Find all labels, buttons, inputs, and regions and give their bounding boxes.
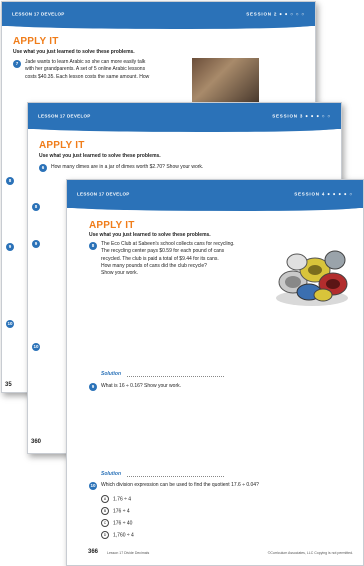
answer-choice-d[interactable]: D 1,760 ÷ 4 <box>101 531 134 539</box>
instructions: Use what you just learned to solve these… <box>39 153 161 159</box>
session-label: SESSION 3 ● ● ● ○ ○ <box>272 113 331 119</box>
instructions: Use what you just learned to solve these… <box>13 49 135 55</box>
choice-text: 176 ÷ 4 <box>113 508 130 515</box>
page-number: 35 <box>5 382 12 388</box>
question-number: 8 <box>89 242 97 250</box>
question-9-text: What is 16 ÷ 0.16? Show your work. <box>101 383 182 389</box>
question-number: 9 <box>89 383 97 391</box>
page-number: 360 <box>31 439 42 445</box>
lesson-label: LESSON 17 DEVELOP <box>12 11 65 17</box>
page-header: LESSON 17 DEVELOP SESSION 2 ● ● ○ ○ ○ <box>2 2 315 29</box>
choice-text: 1,760 ÷ 4 <box>113 532 134 539</box>
question-8-text: The Eco Club at Sabeen's school collects… <box>101 241 235 276</box>
lesson-label: LESSON 17 DEVELOP <box>38 113 91 119</box>
worksheet-page-session-4: LESSON 17 DEVELOP SESSION 4 ● ● ● ● ○ AP… <box>66 179 364 566</box>
instructions: Use what you just learned to solve these… <box>89 232 211 238</box>
question-number: 10 <box>32 343 40 351</box>
solution-label: Solution <box>101 371 121 377</box>
answer-choice-a[interactable]: A 1.76 ÷ 4 <box>101 495 131 503</box>
page-header: LESSON 17 DEVELOP SESSION 3 ● ● ● ○ ○ <box>28 103 341 132</box>
choice-text: 1.76 ÷ 4 <box>113 496 132 503</box>
page-header: LESSON 17 DEVELOP SESSION 4 ● ● ● ● ○ <box>67 180 363 211</box>
student-laptop-photo <box>192 58 259 102</box>
question-number: 10 <box>6 320 14 328</box>
section-title: APPLY IT <box>13 36 59 47</box>
footer-copyright: ©Curriculum Associates, LLC Copying is n… <box>267 551 353 555</box>
choice-letter: B <box>101 507 109 515</box>
answer-choice-b[interactable]: B 176 ÷ 4 <box>101 507 130 515</box>
question-number: 8 <box>32 203 40 211</box>
question-10-text: Which division expression can be used to… <box>101 482 259 488</box>
choice-text: 176 ÷ 40 <box>113 520 133 527</box>
question-number: 6 <box>39 164 47 172</box>
question-6-text: How many dimes are in a jar of dimes wor… <box>51 164 204 170</box>
solution-label: Solution <box>101 471 121 477</box>
crushed-cans-photo <box>276 250 348 306</box>
answer-line[interactable] <box>127 476 224 477</box>
question-number: 9 <box>32 240 40 248</box>
answer-choice-c[interactable]: C 176 ÷ 40 <box>101 519 132 527</box>
choice-letter: D <box>101 531 109 539</box>
footer-lesson: Lesson 17 Divide Decimals <box>107 551 150 555</box>
lesson-label: LESSON 17 DEVELOP <box>77 191 130 197</box>
session-label: SESSION 2 ● ● ○ ○ ○ <box>246 11 305 17</box>
choice-letter: C <box>101 519 109 527</box>
answer-line[interactable] <box>127 376 224 377</box>
session-label: SESSION 4 ● ● ● ● ○ <box>294 191 353 197</box>
page-number: 366 <box>88 549 99 555</box>
question-number: 9 <box>6 243 14 251</box>
choice-letter: A <box>101 495 109 503</box>
section-title: APPLY IT <box>39 140 85 151</box>
question-7-text: Jade wants to learn Arabic so she can mo… <box>25 59 150 80</box>
question-number: 8 <box>6 177 14 185</box>
question-number: 7 <box>13 60 21 68</box>
section-title: APPLY IT <box>89 220 135 231</box>
question-number: 10 <box>89 482 97 490</box>
